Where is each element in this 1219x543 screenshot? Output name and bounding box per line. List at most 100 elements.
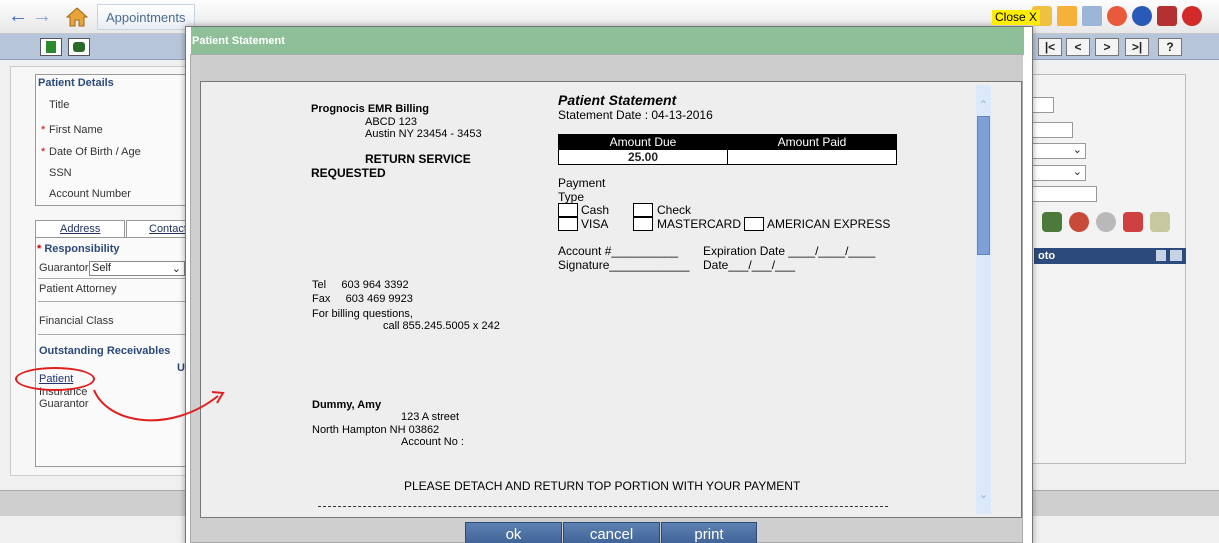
payment-label: Payment bbox=[558, 176, 606, 190]
fax-line: Fax 603 469 9923 bbox=[312, 293, 413, 305]
patient-name: Dummy, Amy bbox=[312, 399, 382, 411]
cash-label: Cash bbox=[581, 203, 610, 217]
right-select[interactable]: ⌄ bbox=[1032, 165, 1086, 181]
account-number-line: Account #__________ bbox=[558, 244, 679, 258]
signature-line: Signature____________ bbox=[558, 258, 690, 272]
help-button[interactable]: ? bbox=[1158, 38, 1182, 56]
billing-phone-line: call 855.245.5005 x 242 bbox=[383, 320, 500, 332]
right-panel-header: oto bbox=[1034, 248, 1186, 264]
chevron-down-icon: ⌄ bbox=[171, 263, 181, 275]
date-line: Date___/___/___ bbox=[703, 258, 796, 272]
required-marker: * bbox=[41, 146, 46, 158]
forward-arrow-icon[interactable]: → bbox=[32, 6, 52, 26]
right-field[interactable] bbox=[1032, 122, 1073, 138]
divider bbox=[38, 334, 186, 335]
visa-checkbox[interactable] bbox=[558, 217, 578, 231]
binoculars-icon[interactable] bbox=[68, 38, 90, 56]
trash-icon[interactable] bbox=[1156, 250, 1166, 261]
annotation-arrow-icon bbox=[93, 389, 225, 422]
guarantor-select[interactable]: Self ⌄ bbox=[89, 261, 185, 276]
guarantor-receivable-label: Guarantor bbox=[39, 398, 89, 410]
home-icon[interactable] bbox=[66, 7, 88, 27]
right-field[interactable] bbox=[1032, 186, 1097, 202]
right-icon-group bbox=[1042, 212, 1170, 232]
lifebuoy-icon[interactable] bbox=[1107, 6, 1127, 26]
warning-icon[interactable] bbox=[1057, 6, 1077, 26]
detach-dashed-line bbox=[318, 506, 888, 507]
new-document-icon[interactable] bbox=[40, 38, 62, 56]
patient-city: North Hampton NH 03862 bbox=[312, 424, 440, 436]
patient-details-title: Patient Details bbox=[38, 77, 114, 89]
last-record-button[interactable]: >| bbox=[1125, 38, 1149, 56]
billing-address-line1: ABCD 123 bbox=[365, 116, 417, 128]
column-u-label: U bbox=[177, 362, 185, 374]
required-marker: * bbox=[41, 124, 46, 136]
user-blocked-icon[interactable] bbox=[1096, 212, 1116, 232]
print-button[interactable]: print bbox=[661, 522, 757, 543]
cancel-button[interactable]: cancel bbox=[563, 522, 660, 543]
title-label: Title bbox=[49, 99, 70, 111]
billing-address-line2: Austin NY 23454 - 3453 bbox=[365, 128, 482, 140]
check-checkbox[interactable] bbox=[633, 203, 653, 217]
top-icon-group bbox=[1032, 6, 1202, 26]
ok-button[interactable]: ok bbox=[465, 522, 562, 543]
scrollbar-thumb[interactable] bbox=[977, 116, 990, 255]
expiration-date-line: Expiration Date ____/____/____ bbox=[703, 244, 876, 258]
patient-attorney-label: Patient Attorney bbox=[39, 283, 117, 295]
dob-age-label: * Date Of Birth / Age bbox=[41, 146, 141, 158]
dialog-title: Patient Statement bbox=[191, 27, 1024, 55]
patient-details-box bbox=[35, 74, 190, 206]
scroll-down-icon[interactable]: ⌄ bbox=[976, 486, 991, 502]
amount-due-header: Amount Due bbox=[558, 134, 728, 150]
tel-line: Tel 603 964 3392 bbox=[312, 279, 409, 291]
mastercard-label: MASTERCARD bbox=[657, 217, 742, 231]
close-button[interactable]: Close X bbox=[992, 10, 1041, 25]
statement-date: Statement Date : 04-13-2016 bbox=[558, 108, 713, 122]
info-icon[interactable] bbox=[1132, 6, 1152, 26]
gray-band bbox=[200, 56, 1023, 81]
amount-table: Amount Due Amount Paid 25.00 bbox=[558, 134, 897, 165]
amex-label: AMERICAN EXPRESS bbox=[767, 217, 891, 231]
money-icon[interactable] bbox=[1042, 212, 1062, 232]
outstanding-receivables-label: Outstanding Receivables bbox=[39, 345, 171, 357]
printer-icon[interactable] bbox=[1170, 250, 1182, 261]
amex-checkbox[interactable] bbox=[744, 217, 764, 231]
patient-street: 123 A street bbox=[401, 411, 460, 423]
first-name-label: * First Name bbox=[41, 124, 103, 136]
guarantor-label: Guarantor bbox=[39, 262, 89, 274]
checklist-icon[interactable] bbox=[1150, 212, 1170, 232]
return-service-line2: REQUESTED bbox=[311, 166, 386, 180]
billing-questions-line: For billing questions, bbox=[312, 308, 413, 320]
lock-icon[interactable] bbox=[1157, 6, 1177, 26]
right-select[interactable]: ⌄ bbox=[1032, 143, 1086, 159]
mastercard-checkbox[interactable] bbox=[633, 217, 653, 231]
first-record-button[interactable]: |< bbox=[1038, 38, 1062, 56]
clock-icon[interactable] bbox=[1069, 212, 1089, 232]
previous-record-button[interactable]: < bbox=[1066, 38, 1090, 56]
right-field[interactable] bbox=[1032, 97, 1054, 113]
tab-address[interactable]: Address bbox=[35, 220, 125, 237]
statement-heading: Patient Statement bbox=[558, 92, 677, 108]
detach-note: PLEASE DETACH AND RETURN TOP PORTION WIT… bbox=[404, 479, 801, 493]
scroll-up-icon[interactable]: ⌃ bbox=[976, 97, 991, 113]
billing-name: Prognocis EMR Billing bbox=[311, 103, 429, 115]
back-arrow-icon[interactable]: ← bbox=[8, 6, 28, 26]
responsibility-label: * Responsibility bbox=[37, 243, 120, 255]
account-no-label: Account No : bbox=[401, 436, 464, 448]
account-number-label: Account Number bbox=[49, 188, 131, 200]
amount-paid-header: Amount Paid bbox=[727, 134, 897, 150]
amount-paid-value bbox=[727, 149, 897, 165]
scales-icon[interactable] bbox=[1123, 212, 1143, 232]
power-icon[interactable] bbox=[1182, 6, 1202, 26]
divider bbox=[38, 301, 186, 302]
divider bbox=[38, 278, 186, 279]
chevron-down-icon: ⌄ bbox=[1072, 144, 1082, 156]
tab-contact[interactable]: Contact bbox=[126, 220, 187, 237]
next-record-button[interactable]: > bbox=[1095, 38, 1119, 56]
documents-icon[interactable] bbox=[1082, 6, 1102, 26]
cash-checkbox[interactable] bbox=[558, 203, 578, 217]
financial-class-label: Financial Class bbox=[39, 315, 114, 327]
tab-appointments[interactable]: Appointments bbox=[97, 4, 195, 30]
ssn-label: SSN bbox=[49, 167, 72, 179]
check-label: Check bbox=[657, 203, 692, 217]
